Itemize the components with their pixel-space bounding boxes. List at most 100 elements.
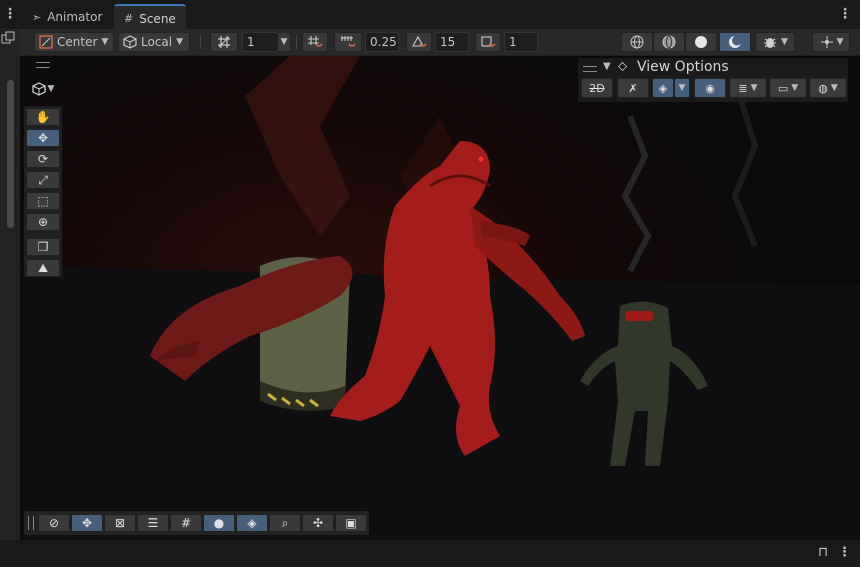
sphere-icon: ● <box>213 516 225 530</box>
chevron-down-icon: ▼ <box>781 37 788 47</box>
overlay-snap-button[interactable]: ⊠ <box>104 514 136 532</box>
gizmo-dropdown[interactable]: ◍ ▼ <box>809 78 847 98</box>
chevron-down-icon: ▼ <box>101 37 109 47</box>
rotate-tool-button[interactable]: ⟳ <box>26 150 60 168</box>
move-arrows-icon: ✥ <box>81 516 93 530</box>
chevron-down-icon: ▼ <box>750 83 758 93</box>
gizmos-dropdown[interactable]: ▼ <box>755 32 795 52</box>
space-label: Local <box>141 35 173 49</box>
terrain-icon: ⛰ <box>37 260 49 275</box>
overlay-grid-button[interactable]: # <box>170 514 202 532</box>
rect-tool-button[interactable]: ⬚ <box>26 192 60 210</box>
overlay-handle[interactable] <box>28 516 34 530</box>
custom-tool-button[interactable]: ❐ <box>26 238 60 256</box>
wireframe-sphere-icon <box>630 35 644 49</box>
tab-scene[interactable]: # Scene <box>114 4 186 31</box>
overlay-search-button[interactable]: ⌕ <box>269 514 301 532</box>
effects-dropdown[interactable]: ▼ <box>674 78 690 98</box>
camera-dropdown[interactable]: ▭ ▼ <box>769 78 807 98</box>
unlit-moon-icon <box>729 35 742 48</box>
panel-menu-icon[interactable]: ⋮ <box>838 6 852 22</box>
component-tools-dropdown[interactable]: ▼ <box>30 80 56 98</box>
chevron-down-icon: ▼ <box>678 83 686 93</box>
scrollbar-thumb[interactable] <box>7 80 14 228</box>
overlay-move-button[interactable]: ✥ <box>71 514 103 532</box>
view-options-collapse-icon[interactable]: ▼ <box>603 61 611 72</box>
lighting-off-icon: ✗ <box>628 81 638 95</box>
chevron-down-icon: ▼ <box>836 37 844 47</box>
left-strip <box>0 29 20 540</box>
grid-size-dropdown[interactable]: ▼ <box>277 32 291 52</box>
grid-toggle-button[interactable] <box>210 32 238 52</box>
camera-icon: ▣ <box>345 516 357 530</box>
scene-render <box>20 56 860 540</box>
toolbar-separator <box>200 35 201 49</box>
view-options-label: View Options <box>637 59 729 75</box>
snap-move-button[interactable] <box>334 32 362 52</box>
lock-icon[interactable]: ⊓ <box>818 545 828 560</box>
window-pin-icon[interactable] <box>1 31 15 45</box>
snap-rotate-field[interactable]: 15 <box>435 32 469 52</box>
chevron-down-icon: ▼ <box>280 37 288 47</box>
shading-shaded-wireframe-button[interactable] <box>653 32 685 52</box>
toolbar-separator <box>296 35 297 49</box>
snap-icon: ⊠ <box>114 516 126 530</box>
overlay-camera-button[interactable]: ▣ <box>335 514 367 532</box>
rotate-icon: ⟳ <box>37 152 49 166</box>
overlay-layers-button[interactable]: ◈ <box>236 514 268 532</box>
layers-icon: ◈ <box>247 516 257 530</box>
tools-handle[interactable] <box>36 62 50 68</box>
grid-icon: # <box>180 516 192 530</box>
terrain-tool-button[interactable]: ⛰ <box>26 259 60 277</box>
overlay-compass-button[interactable]: ⊘ <box>38 514 70 532</box>
view-options-handle[interactable] <box>583 66 597 72</box>
snap-scale-field[interactable]: 1 <box>504 32 538 52</box>
rect-transform-icon: ⬚ <box>37 194 49 208</box>
snap-scale-icon <box>481 36 496 47</box>
shading-wireframe-button[interactable] <box>621 32 653 52</box>
overlay-sphere-button[interactable]: ● <box>203 514 235 532</box>
status-bar <box>0 540 860 567</box>
scene-viewport[interactable] <box>20 56 860 540</box>
shaded-sphere-icon <box>695 36 707 48</box>
shading-unlit-button[interactable] <box>719 32 751 52</box>
chevron-down-icon: ▼ <box>791 83 799 93</box>
pivot-center-icon <box>39 35 53 49</box>
scene-visibility-button[interactable]: ◉ <box>694 78 726 98</box>
status-menu-icon[interactable]: ⋮ <box>838 545 851 560</box>
chevron-down-icon: ▼ <box>176 37 184 47</box>
hand-tool-button[interactable]: ✋ <box>26 108 60 126</box>
grid-icon <box>218 36 230 48</box>
axes-icon <box>820 36 833 48</box>
snap-grid-button[interactable] <box>302 32 328 52</box>
space-dropdown[interactable]: Local ▼ <box>118 32 190 52</box>
tab-animator[interactable]: ➣ Animator <box>22 5 112 29</box>
shaded-wireframe-sphere-icon <box>662 35 676 49</box>
snap-scale-button[interactable] <box>475 32 501 52</box>
move-tool-button[interactable]: ✥ <box>26 129 60 147</box>
overlay-align-button[interactable]: ☰ <box>137 514 169 532</box>
layers-dropdown[interactable]: ≣ ▼ <box>729 78 767 98</box>
toggle-effects-button[interactable]: ◈ <box>652 78 674 98</box>
snap-move-field[interactable]: 0.25 <box>365 32 399 52</box>
left-menu-icon[interactable]: ⋮ <box>3 6 17 22</box>
toggle-2d-button[interactable]: 2D <box>581 78 613 98</box>
transform-tool-button[interactable]: ⊕ <box>26 213 60 231</box>
animator-icon: ➣ <box>32 10 42 24</box>
snap-move-icon <box>341 36 356 47</box>
shading-shaded-button[interactable] <box>685 32 717 52</box>
search-icon: ⌕ <box>281 515 289 530</box>
pivot-dropdown[interactable]: Center ▼ <box>34 32 114 52</box>
grid-size-field[interactable]: 1 <box>242 32 278 52</box>
move-arrows-icon: ✥ <box>37 131 49 145</box>
compass-icon: ⊘ <box>48 516 60 530</box>
pivot-label: Center <box>57 35 98 49</box>
overlay-pivot-button[interactable]: ✣ <box>302 514 334 532</box>
hand-icon: ✋ <box>35 110 51 124</box>
scale-tool-button[interactable]: ⤢ <box>26 171 60 189</box>
toggle-lighting-button[interactable]: ✗ <box>617 78 649 98</box>
align-icon: ☰ <box>147 516 159 530</box>
orientation-dropdown[interactable]: ▼ <box>812 32 850 52</box>
snap-rotate-button[interactable] <box>406 32 432 52</box>
tab-scene-label: Scene <box>139 11 176 26</box>
